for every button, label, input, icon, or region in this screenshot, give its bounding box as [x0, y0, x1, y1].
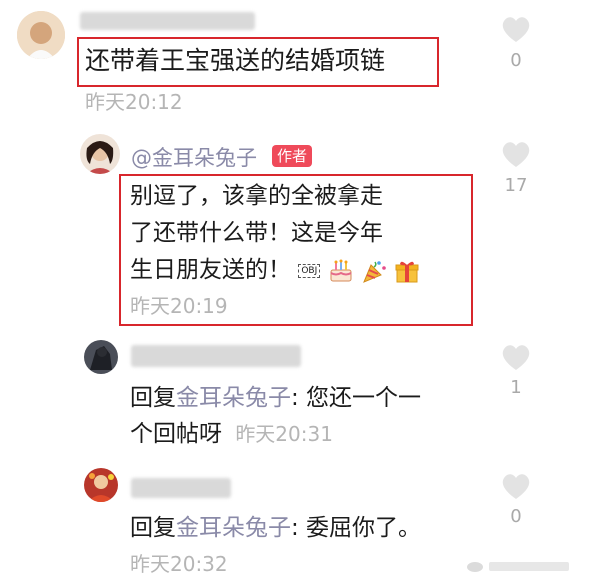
weibo-watermark-icon [467, 562, 569, 572]
reply-text-line2: 了还带什么带！这是今年 [130, 220, 383, 246]
author-name[interactable]: @金耳朵兔子 [131, 142, 257, 172]
heart-icon[interactable] [501, 472, 531, 500]
author-badge: 作者 [272, 145, 313, 167]
reply-text-line3-text: 生日朋友送的！ [130, 257, 291, 283]
user-avatar-icon [84, 468, 118, 502]
username-blurred [131, 345, 301, 367]
reply-text: : 委屈你了。 [291, 515, 422, 541]
reply-time: 昨天20:19 [130, 294, 228, 318]
user-avatar-icon [84, 340, 118, 374]
reply-time: 昨天20:31 [235, 422, 333, 446]
party-popper-icon [362, 260, 386, 283]
avatar[interactable] [84, 468, 118, 502]
cake-icon [330, 259, 352, 281]
reply-line1: 回复金耳朵兔子: 委屈你了。 [130, 510, 421, 546]
reply-text-line1: 别逗了，该拿的全被拿走 [130, 183, 383, 209]
like-count: 0 [510, 50, 522, 71]
like-count: 0 [510, 506, 522, 527]
like-count: 17 [504, 175, 528, 196]
obj-placeholder-glyph: OBJ [298, 263, 321, 278]
reply-time: 昨天20:32 [130, 552, 228, 576]
comment-text: 还带着王宝强送的结婚项链 [85, 46, 386, 75]
comment-time: 昨天20:12 [85, 90, 183, 114]
reply-text-line3: 生日朋友送的！ OBJ [130, 252, 420, 288]
heart-icon[interactable] [501, 343, 531, 371]
avatar[interactable] [80, 134, 120, 174]
reply-text-cont: 个回帖呀 [130, 421, 222, 447]
reply-text: : 您还一个一 [291, 385, 422, 411]
reply-prefix: 回复 [130, 515, 176, 541]
reply-to-link[interactable]: 金耳朵兔子 [176, 385, 291, 411]
reply-line1: 回复金耳朵兔子: 您还一个一 [130, 380, 421, 416]
reply-to-link[interactable]: 金耳朵兔子 [176, 515, 291, 541]
like-count: 1 [510, 377, 522, 398]
username-blurred [80, 12, 255, 30]
avatar[interactable] [17, 11, 65, 59]
gift-icon [395, 261, 419, 282]
reply-line2: 个回帖呀 昨天20:31 [130, 416, 333, 452]
watermark [465, 558, 575, 574]
heart-icon[interactable] [501, 15, 531, 43]
avatar[interactable] [84, 340, 118, 374]
heart-icon[interactable] [501, 140, 531, 168]
author-avatar-icon [80, 134, 120, 174]
username-blurred [131, 478, 231, 498]
reply-prefix: 回复 [130, 385, 176, 411]
user-avatar-icon [17, 11, 65, 59]
